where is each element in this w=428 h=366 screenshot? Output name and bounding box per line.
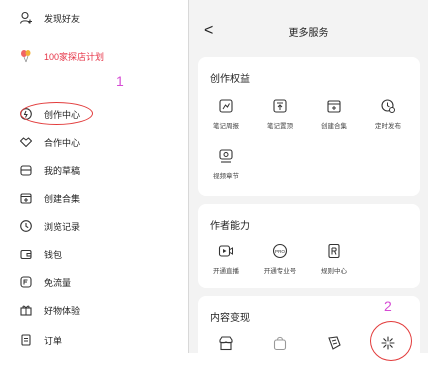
menu-item-data-free[interactable]: 免流量 (18, 272, 71, 292)
service-rules-center[interactable]: 规则中心 (309, 242, 359, 275)
menu-item-good-things[interactable]: 好物体验 (18, 300, 80, 320)
section-title: 作者能力 (210, 221, 250, 232)
service-note-pin[interactable]: 笔记置顶 (255, 97, 305, 130)
store-icon (217, 334, 235, 352)
pro-badge-icon: PRO (271, 242, 289, 260)
page-title: 更多服务 (288, 28, 329, 39)
menu-item-create-collection[interactable]: 创建合集 (18, 188, 80, 208)
goods-tag-icon (325, 334, 343, 352)
author-abilities-card: 作者能力 开通直播 PRO 开通专业号 规则中心 (198, 204, 420, 288)
service-label: 笔记周报 (213, 123, 239, 130)
menu-item-label: 免流量 (44, 277, 72, 288)
collection-icon (18, 190, 34, 206)
service-label: 开通专业号 (263, 268, 297, 275)
gift-icon (18, 302, 34, 318)
menu-item-discover-friends[interactable]: 发现好友 (18, 8, 80, 28)
add-friend-icon (18, 10, 34, 26)
menu-item-100-store-plan[interactable]: 100家探店计划 (18, 46, 104, 66)
shopping-bag-icon (271, 334, 289, 352)
menu-item-my-drafts[interactable]: 我的草稿 (18, 160, 80, 180)
annotation-number-2: 2 (384, 298, 392, 314)
service-video-chapters[interactable]: 视频章节 (201, 147, 251, 180)
data-free-icon (18, 274, 34, 290)
service-label: 开通直播 (213, 268, 239, 275)
annotation-circle-2 (370, 321, 412, 361)
menu-item-label: 我的草稿 (44, 165, 81, 176)
menu-item-label: 钱包 (44, 249, 63, 260)
service-scheduled-publish[interactable]: 定时发布 (363, 97, 413, 130)
wallet-icon (18, 246, 34, 262)
service-monetization-2[interactable] (255, 334, 305, 352)
service-label: 定时发布 (375, 123, 401, 130)
live-stream-icon (217, 242, 235, 260)
menu-item-label: 100家探店计划 (44, 51, 105, 62)
svg-text:PRO: PRO (275, 249, 285, 254)
service-monetization-3[interactable] (309, 334, 359, 352)
scheduled-publish-icon (379, 97, 397, 115)
service-label: 视频章节 (213, 173, 239, 180)
side-menu: 发现好友 100家探店计划 创作中心 合作中心 我的草稿 创建合集 浏览记录 钱… (0, 0, 188, 353)
weekly-report-icon (217, 97, 235, 115)
service-open-pro-account[interactable]: PRO 开通专业号 (255, 242, 305, 275)
menu-item-label: 好物体验 (44, 305, 81, 316)
order-icon (18, 332, 34, 348)
services-header: < 更多服务 (189, 0, 428, 58)
menu-item-label: 创建合集 (44, 193, 81, 204)
clock-icon (18, 218, 34, 234)
menu-item-wallet[interactable]: 钱包 (18, 244, 62, 264)
annotation-number-1: 1 (116, 73, 124, 89)
service-note-weekly[interactable]: 笔记周报 (201, 97, 251, 130)
menu-item-label: 浏览记录 (44, 221, 81, 232)
menu-item-label: 发现好友 (44, 13, 81, 24)
handshake-icon (18, 134, 34, 150)
creator-rights-card: 创作权益 笔记周报 笔记置顶 创建合集 定时发布 视频章节 (198, 57, 420, 196)
menu-item-browse-history[interactable]: 浏览记录 (18, 216, 80, 236)
menu-item-label: 合作中心 (44, 137, 81, 148)
service-open-live[interactable]: 开通直播 (201, 242, 251, 275)
video-chapters-icon (217, 147, 235, 165)
section-title: 内容变现 (210, 313, 250, 324)
section-title: 创作权益 (210, 74, 250, 85)
menu-item-label: 订单 (44, 335, 63, 346)
collection-icon (325, 97, 343, 115)
service-label: 笔记置顶 (267, 123, 293, 130)
annotation-circle-1 (20, 102, 93, 125)
pin-top-icon (271, 97, 289, 115)
service-label: 规则中心 (321, 268, 347, 275)
menu-item-orders[interactable]: 订单 (18, 330, 62, 350)
service-monetization-1[interactable] (201, 334, 251, 352)
service-label: 创建合集 (321, 123, 347, 130)
more-services-panel: < 更多服务 创作权益 笔记周报 笔记置顶 创建合集 定时发布 视频章节 作者能… (189, 0, 428, 366)
draft-icon (18, 162, 34, 178)
rules-book-icon (325, 242, 343, 260)
service-create-collection[interactable]: 创建合集 (309, 97, 359, 130)
balloon-icon (18, 48, 34, 64)
menu-item-cooperation-center[interactable]: 合作中心 (18, 132, 80, 152)
